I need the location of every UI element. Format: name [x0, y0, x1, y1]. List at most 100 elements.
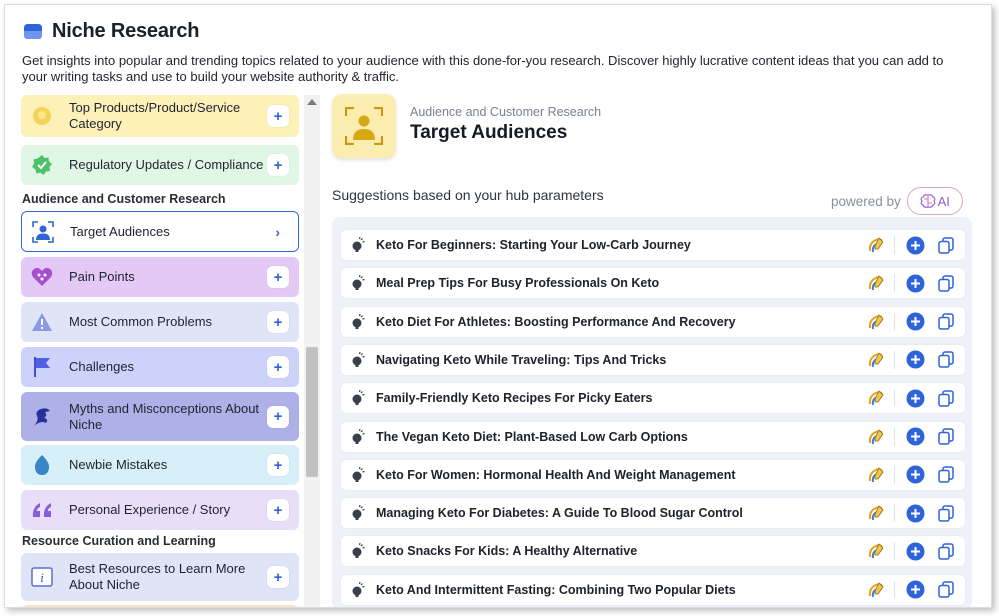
copy-icon[interactable]: [938, 351, 954, 369]
add-circle-icon[interactable]: [906, 542, 925, 561]
ai-rewrite-icon[interactable]: [867, 274, 885, 292]
action-divider: [894, 350, 895, 369]
suggestion-row[interactable]: Navigating Keto While Traveling: Tips An…: [341, 344, 965, 375]
sidebar-item-best-resources[interactable]: i Best Resources to Learn More About Nic…: [21, 553, 299, 601]
sidebar-section-heading: Resource Curation and Learning: [22, 534, 216, 548]
suggestion-row[interactable]: Managing Keto For Diabetes: A Guide To B…: [341, 498, 965, 529]
add-button[interactable]: +: [267, 405, 289, 428]
flag-icon: [31, 356, 53, 378]
idea-bulb-icon: [352, 275, 365, 291]
sidebar-item-personal-experience[interactable]: Personal Experience / Story +: [21, 490, 299, 530]
niche-research-panel: Niche Research Get insights into popular…: [4, 4, 992, 608]
suggestion-row[interactable]: Family-Friendly Keto Recipes For Picky E…: [341, 383, 965, 414]
ai-rewrite-icon[interactable]: [867, 466, 885, 484]
suggestion-text: Managing Keto For Diabetes: A Guide To B…: [376, 506, 743, 521]
sidebar-scrollbar[interactable]: [304, 95, 320, 607]
suggestion-row[interactable]: Keto For Beginners: Starting Your Low-Ca…: [341, 230, 965, 260]
lightbulb-icon: [31, 105, 53, 127]
ai-rewrite-icon[interactable]: [867, 581, 885, 599]
add-button[interactable]: +: [267, 566, 289, 588]
idea-bulb-icon: [352, 237, 365, 252]
add-button[interactable]: +: [267, 499, 289, 521]
user-focus-icon: [32, 220, 54, 243]
copy-icon[interactable]: [938, 313, 954, 330]
copy-icon[interactable]: [938, 543, 954, 560]
ai-rewrite-icon[interactable]: [867, 313, 885, 331]
sidebar-item-label: Regulatory Updates / Compliance: [69, 157, 264, 172]
copy-icon[interactable]: [938, 389, 954, 407]
add-button[interactable]: +: [267, 454, 289, 476]
idea-bulb-icon: [352, 313, 365, 329]
suggestion-row[interactable]: The Vegan Keto Diet: Plant-Based Low Car…: [341, 421, 965, 452]
sidebar-item-label: Most Common Problems: [69, 314, 213, 329]
copy-icon[interactable]: [938, 236, 954, 254]
sidebar-item-target-audiences[interactable]: Target Audiences ›: [21, 211, 299, 252]
add-circle-icon[interactable]: [906, 389, 925, 408]
sidebar-item-pain-points[interactable]: Pain Points +: [21, 257, 299, 297]
sidebar-item-newbie-mistakes[interactable]: Newbie Mistakes +: [21, 445, 299, 485]
hero-title: Target Audiences: [410, 122, 568, 143]
suggestion-row[interactable]: Keto Diet For Athletes: Boosting Perform…: [341, 306, 965, 337]
scroll-up-arrow-icon[interactable]: [307, 99, 317, 105]
copy-icon[interactable]: [938, 581, 954, 598]
add-circle-icon[interactable]: [906, 274, 925, 293]
action-divider: [894, 504, 895, 523]
action-divider: [894, 274, 895, 293]
suggestion-text: Keto Snacks For Kids: A Healthy Alternat…: [376, 544, 638, 559]
idea-bulb-icon: [352, 428, 365, 444]
sidebar-item-challenges[interactable]: Challenges +: [21, 347, 299, 387]
suggestion-text: Keto And Intermittent Fasting: Combining…: [376, 582, 736, 597]
idea-bulb-icon: [352, 466, 365, 482]
hero-subtitle: Audience and Customer Research: [410, 105, 602, 119]
idea-bulb-icon: [352, 390, 365, 406]
add-circle-icon[interactable]: [906, 580, 925, 599]
add-circle-icon[interactable]: [906, 504, 925, 523]
powered-by: powered by AI: [831, 187, 963, 215]
add-circle-icon[interactable]: [906, 465, 925, 484]
add-button[interactable]: +: [267, 154, 289, 176]
sidebar-item-most-common-problems[interactable]: Most Common Problems +: [21, 302, 299, 342]
sidebar-item-regulatory-updates[interactable]: Regulatory Updates / Compliance +: [21, 145, 299, 185]
sidebar-item-partial[interactable]: [21, 605, 299, 607]
add-circle-icon[interactable]: [906, 350, 925, 369]
idea-bulb-icon: [352, 543, 365, 559]
copy-icon[interactable]: [938, 466, 954, 484]
copy-icon[interactable]: [938, 428, 954, 445]
action-divider: [894, 236, 895, 254]
suggestions-heading: Suggestions based on your hub parameters: [332, 187, 604, 203]
add-button[interactable]: +: [267, 105, 289, 127]
sidebar-section-heading: Audience and Customer Research: [22, 192, 226, 206]
ai-rewrite-icon[interactable]: [867, 351, 885, 369]
action-divider: [894, 427, 895, 446]
ai-rewrite-icon[interactable]: [867, 389, 885, 407]
svg-text:i: i: [40, 570, 44, 585]
suggestion-row[interactable]: Meal Prep Tips For Busy Professionals On…: [341, 268, 965, 299]
suggestion-row[interactable]: Keto And Intermittent Fasting: Combining…: [341, 574, 965, 605]
scroll-thumb[interactable]: [306, 347, 318, 477]
ai-brain-icon: [920, 194, 936, 208]
ai-rewrite-icon[interactable]: [867, 236, 885, 254]
add-circle-icon[interactable]: [906, 312, 925, 331]
target-audience-icon: [332, 94, 396, 158]
sidebar-item-top-products[interactable]: Top Products/Product/Service Category +: [21, 95, 299, 137]
action-divider: [894, 312, 895, 331]
suggestion-row[interactable]: Keto Snacks For Kids: A Healthy Alternat…: [341, 536, 965, 567]
add-button[interactable]: +: [267, 356, 289, 378]
ai-rewrite-icon[interactable]: [867, 428, 885, 446]
add-circle-icon[interactable]: [906, 236, 925, 255]
add-button[interactable]: +: [267, 311, 289, 333]
copy-icon[interactable]: [938, 504, 954, 522]
ai-badge[interactable]: AI: [906, 187, 963, 215]
sidebar-item-label: Personal Experience / Story: [69, 502, 231, 517]
add-circle-icon[interactable]: [906, 427, 925, 446]
suggestion-row[interactable]: Keto For Women: Hormonal Health And Weig…: [341, 459, 965, 490]
sidebar-item-label: Best Resources to Learn More About Niche: [69, 561, 246, 592]
ai-rewrite-icon[interactable]: [867, 542, 885, 560]
sidebar-item-myths-misconceptions[interactable]: Myths and Misconceptions About Niche +: [21, 392, 299, 441]
heart-pain-icon: [31, 266, 53, 288]
ai-rewrite-icon[interactable]: [867, 504, 885, 522]
copy-icon[interactable]: [938, 275, 954, 292]
sidebar-item-label: Top Products/Product/Service Category: [69, 100, 241, 131]
add-button[interactable]: +: [267, 266, 289, 288]
sidebar-item-label: Myths and Misconceptions About Niche: [69, 400, 260, 432]
